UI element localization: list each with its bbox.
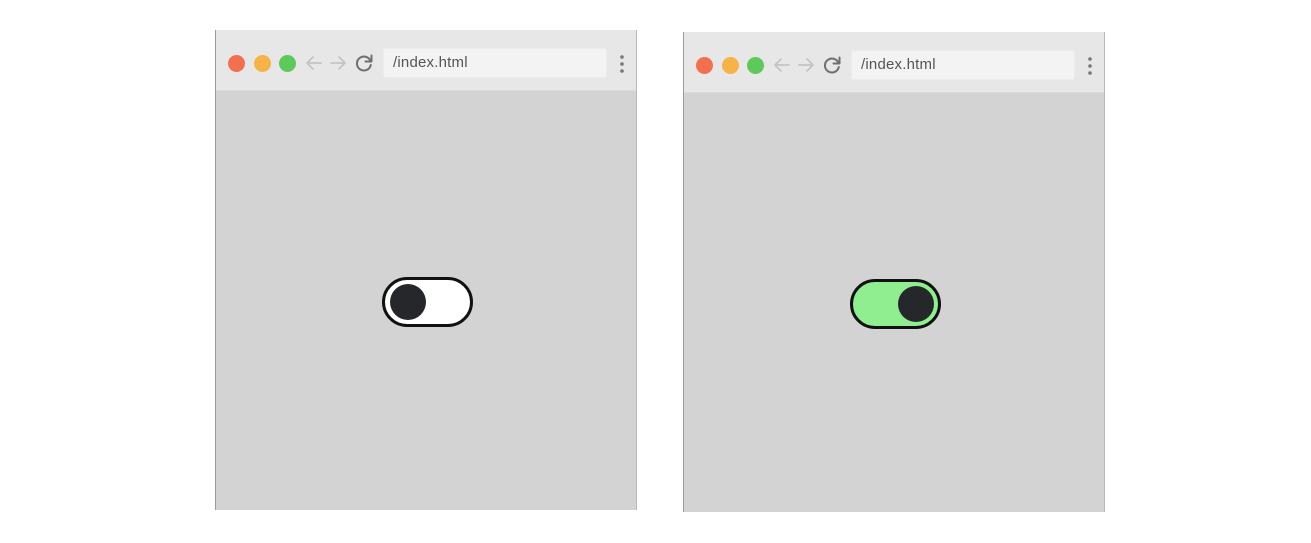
browser-window-left: /index.html xyxy=(215,30,637,510)
minimize-window-button[interactable] xyxy=(722,57,739,74)
reload-icon[interactable] xyxy=(821,54,843,76)
kebab-menu-icon[interactable] xyxy=(617,54,627,74)
address-bar[interactable]: /index.html xyxy=(383,48,607,78)
reload-icon[interactable] xyxy=(353,52,375,74)
browser-toolbar: /index.html xyxy=(684,32,1104,93)
toggle-switch-on[interactable] xyxy=(850,279,941,329)
browser-toolbar: /index.html xyxy=(216,30,636,91)
browser-window-right: /index.html xyxy=(683,32,1105,512)
toggle-knob xyxy=(898,286,934,322)
maximize-window-button[interactable] xyxy=(747,57,764,74)
forward-arrow-icon[interactable] xyxy=(795,54,817,76)
forward-arrow-icon[interactable] xyxy=(327,52,349,74)
address-bar[interactable]: /index.html xyxy=(851,50,1075,80)
close-window-button[interactable] xyxy=(228,55,245,72)
maximize-window-button[interactable] xyxy=(279,55,296,72)
back-arrow-icon[interactable] xyxy=(303,52,325,74)
toggle-switch-off[interactable] xyxy=(382,277,473,327)
back-arrow-icon[interactable] xyxy=(771,54,793,76)
close-window-button[interactable] xyxy=(696,57,713,74)
kebab-menu-icon[interactable] xyxy=(1085,56,1095,76)
minimize-window-button[interactable] xyxy=(254,55,271,72)
toggle-knob xyxy=(390,284,426,320)
